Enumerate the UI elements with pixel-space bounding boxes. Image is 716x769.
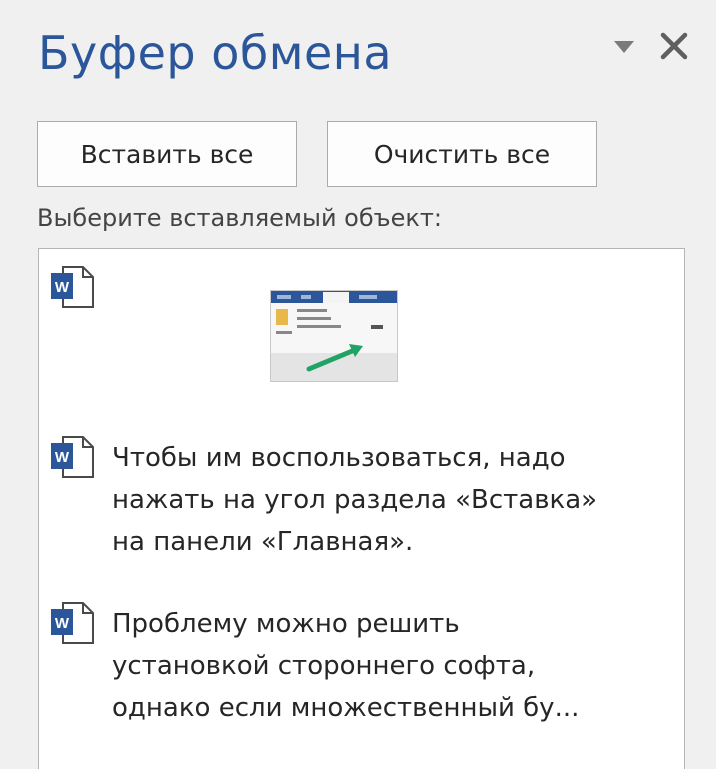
clipboard-item-text-preview: Проблему можно решить установкой сторонн… xyxy=(112,609,580,723)
pane-options-chevron-icon[interactable] xyxy=(612,38,636,56)
svg-text:W: W xyxy=(55,615,70,632)
clipboard-item-text[interactable]: W Чтобы им воспользоваться, надо нажать … xyxy=(39,421,684,561)
select-item-prompt: Выберите вставляемый объект: xyxy=(37,204,442,232)
clipboard-item-list[interactable]: W W Чтобы им воспользоваться, надо нажат… xyxy=(38,248,685,769)
clipboard-image-thumbnail xyxy=(270,290,398,382)
word-document-icon: W xyxy=(51,602,94,644)
pane-title: Буфер обмена xyxy=(38,26,393,80)
close-icon[interactable] xyxy=(658,30,690,62)
clear-all-button[interactable]: Очистить все xyxy=(327,121,597,187)
clipboard-item-text-preview: Чтобы им воспользоваться, надо нажать на… xyxy=(112,443,598,557)
clipboard-item-text[interactable]: W Проблему можно решить установкой сторо… xyxy=(39,589,684,729)
word-document-icon: W xyxy=(51,266,94,308)
word-document-icon: W xyxy=(51,436,94,478)
svg-text:W: W xyxy=(55,449,70,466)
svg-text:W: W xyxy=(55,279,70,296)
clipboard-item-image[interactable]: W xyxy=(39,249,684,399)
paste-all-button[interactable]: Вставить все xyxy=(37,121,297,187)
